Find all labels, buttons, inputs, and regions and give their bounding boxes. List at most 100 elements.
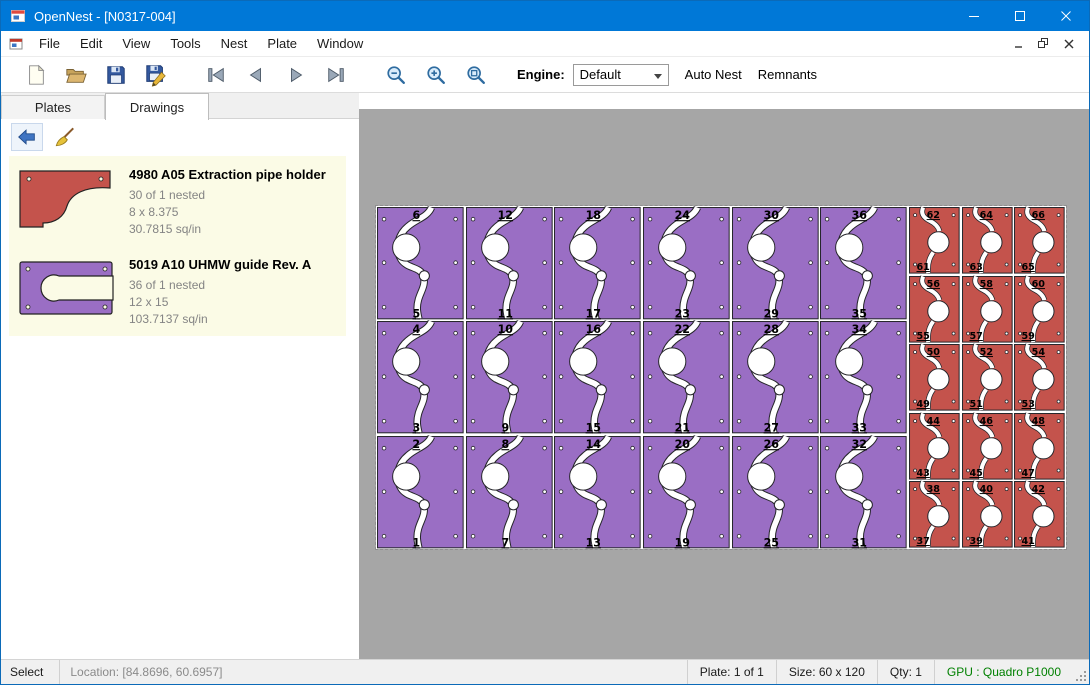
status-size: Size: 60 x 120: [776, 660, 877, 684]
menu-edit[interactable]: Edit: [70, 31, 112, 56]
nest-part-pair[interactable]: 62 61: [908, 206, 961, 275]
go-previous-button[interactable]: [243, 62, 269, 88]
nest-part-pair[interactable]: 66 65: [1013, 206, 1066, 275]
nest-part-pair[interactable]: 20 19: [642, 435, 731, 549]
nest-part-pair[interactable]: 14 13: [553, 435, 642, 549]
svg-text:52: 52: [979, 347, 992, 358]
tab-plates[interactable]: Plates: [1, 95, 105, 119]
svg-text:23: 23: [675, 307, 690, 320]
assign-to-plate-button[interactable]: [11, 123, 43, 151]
nest-part-pair[interactable]: 44 43: [908, 412, 961, 481]
svg-text:32: 32: [852, 438, 867, 451]
nest-part-pair[interactable]: 42 41: [1013, 480, 1066, 549]
drawing-item-uhmw-guide[interactable]: 5019 A10 UHMW guide Rev. A 36 of 1 neste…: [9, 246, 346, 336]
nest-part-pair[interactable]: 58 57: [961, 275, 1014, 344]
drawing-item-extraction-pipe-holder[interactable]: 4980 A05 Extraction pipe holder 30 of 1 …: [9, 156, 346, 246]
svg-text:3: 3: [412, 422, 420, 435]
nest-part-pair[interactable]: 32 31: [819, 435, 908, 549]
svg-text:1: 1: [412, 536, 420, 549]
nest-canvas[interactable]: 6 5 12 11 18 17: [359, 109, 1089, 659]
plate[interactable]: 6 5 12 11 18 17: [376, 206, 1066, 549]
nest-part-pair[interactable]: 38 37: [908, 480, 961, 549]
svg-text:15: 15: [586, 422, 601, 435]
nest-part-pair[interactable]: 18 17: [553, 206, 642, 320]
zoom-fit-button[interactable]: [463, 62, 489, 88]
minimize-button[interactable]: [951, 1, 997, 31]
nest-part-pair[interactable]: 64 63: [961, 206, 1014, 275]
nest-part-pair[interactable]: 4 3: [376, 320, 465, 434]
engine-select[interactable]: Default: [573, 64, 669, 86]
new-button[interactable]: [23, 62, 49, 88]
drawing-list: 4980 A05 Extraction pipe holder 30 of 1 …: [1, 155, 359, 659]
nest-part-pair[interactable]: 50 49: [908, 343, 961, 412]
nest-part-pair[interactable]: 40 39: [961, 480, 1014, 549]
zoom-out-button[interactable]: [383, 62, 409, 88]
menu-plate[interactable]: Plate: [257, 31, 307, 56]
nest-part-pair[interactable]: 10 9: [465, 320, 554, 434]
nest-part-pair[interactable]: 2 1: [376, 435, 465, 549]
nest-part-pair[interactable]: 26 25: [731, 435, 820, 549]
chevron-down-icon: [654, 74, 662, 79]
tab-drawings[interactable]: Drawings: [105, 93, 209, 120]
nest-part-pair[interactable]: 8 7: [465, 435, 554, 549]
save-as-button[interactable]: [143, 62, 169, 88]
menu-window[interactable]: Window: [307, 31, 373, 56]
svg-text:65: 65: [1022, 262, 1035, 273]
nest-part-pair[interactable]: 22 21: [642, 320, 731, 434]
tab-strip: Plates Drawings: [1, 93, 359, 119]
nest-part-pair[interactable]: 34 33: [819, 320, 908, 434]
clear-button[interactable]: [49, 123, 81, 151]
auto-nest-button[interactable]: Auto Nest: [685, 67, 742, 82]
go-last-icon: [325, 65, 347, 85]
menu-nest[interactable]: Nest: [211, 31, 258, 56]
nest-part-pair[interactable]: 56 55: [908, 275, 961, 344]
nest-part-pair[interactable]: 16 15: [553, 320, 642, 434]
app-icon: [10, 8, 26, 24]
maximize-button[interactable]: [997, 1, 1043, 31]
go-next-button[interactable]: [283, 62, 309, 88]
resize-grip[interactable]: [1073, 660, 1089, 684]
nest-part-pair[interactable]: 46 45: [961, 412, 1014, 481]
svg-text:18: 18: [586, 209, 602, 222]
nest-part-pair[interactable]: 54 53: [1013, 343, 1066, 412]
svg-text:17: 17: [586, 307, 601, 320]
mdi-close-button[interactable]: [1056, 34, 1081, 54]
close-button[interactable]: [1043, 1, 1089, 31]
go-first-button[interactable]: [203, 62, 229, 88]
drawing-nested-count: 36 of 1 nested: [129, 277, 311, 294]
nest-part-pair[interactable]: 60 59: [1013, 275, 1066, 344]
drawing-size: 8 x 8.375: [129, 204, 326, 221]
red-parts-region: 62 61 64 63 66 65: [908, 206, 1066, 549]
mdi-minimize-button[interactable]: [1006, 34, 1031, 54]
svg-text:27: 27: [763, 422, 778, 435]
svg-text:12: 12: [497, 209, 512, 222]
nest-part-pair[interactable]: 36 35: [819, 206, 908, 320]
zoom-in-button[interactable]: [423, 62, 449, 88]
menu-view[interactable]: View: [112, 31, 160, 56]
assign-arrow-icon: [16, 126, 38, 148]
svg-text:41: 41: [1022, 536, 1036, 547]
nest-part-pair[interactable]: 48 47: [1013, 412, 1066, 481]
go-first-icon: [205, 65, 227, 85]
nest-part-pair[interactable]: 52 51: [961, 343, 1014, 412]
svg-text:58: 58: [979, 279, 993, 290]
nest-part-pair[interactable]: 6 5: [376, 206, 465, 320]
app-window: OpenNest - [N0317-004] File Edit View To…: [0, 0, 1090, 685]
nest-part-pair[interactable]: 28 27: [731, 320, 820, 434]
svg-text:14: 14: [586, 438, 602, 451]
svg-text:4: 4: [412, 323, 420, 336]
menu-file[interactable]: File: [29, 31, 70, 56]
svg-text:6: 6: [412, 209, 420, 222]
menu-tools[interactable]: Tools: [160, 31, 210, 56]
svg-text:34: 34: [852, 323, 868, 336]
svg-text:28: 28: [763, 323, 779, 336]
nest-part-pair[interactable]: 12 11: [465, 206, 554, 320]
go-last-button[interactable]: [323, 62, 349, 88]
title-bar: OpenNest - [N0317-004]: [1, 1, 1089, 31]
open-button[interactable]: [63, 62, 89, 88]
nest-part-pair[interactable]: 30 29: [731, 206, 820, 320]
mdi-restore-button[interactable]: [1031, 34, 1056, 54]
nest-part-pair[interactable]: 24 23: [642, 206, 731, 320]
remnants-button[interactable]: Remnants: [758, 67, 817, 82]
save-button[interactable]: [103, 62, 129, 88]
